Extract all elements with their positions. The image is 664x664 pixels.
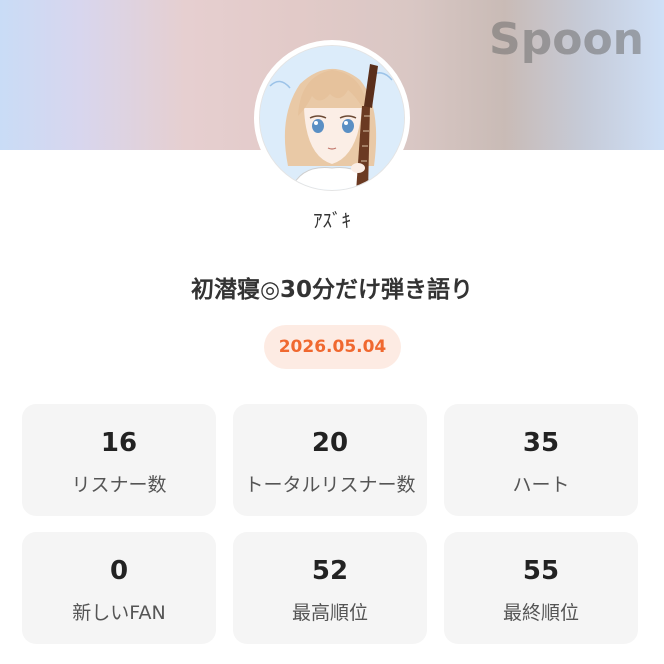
stat-label: 最高順位 xyxy=(291,602,368,624)
stat-card-hearts: 35 ハート xyxy=(444,404,638,516)
stat-card-total-listeners: 20 トータルリスナー数 xyxy=(233,404,427,516)
stat-value: 0 xyxy=(109,556,129,586)
live-title: 初潜寝◎30分だけ弾き語り xyxy=(190,277,474,303)
stat-card-listeners: 16 リスナー数 xyxy=(22,404,216,516)
stat-card-final-rank: 55 最終順位 xyxy=(444,532,638,644)
stat-label: 新しいFAN xyxy=(72,602,166,624)
username: ｱｽﾞｷ xyxy=(312,210,351,232)
stat-value: 35 xyxy=(522,428,560,458)
guitar-girl-avatar-icon xyxy=(260,46,404,190)
stat-value: 55 xyxy=(522,556,560,586)
stat-label: ハート xyxy=(512,474,570,496)
stat-value: 20 xyxy=(311,428,349,458)
stat-card-new-fans: 0 新しいFAN xyxy=(22,532,216,644)
stat-value: 16 xyxy=(100,428,138,458)
stat-label: トータルリスナー数 xyxy=(244,474,416,496)
avatar[interactable] xyxy=(259,45,405,191)
date-badge: 2026.05.04 xyxy=(264,325,401,369)
spoon-logo: Spoon xyxy=(489,14,644,65)
stat-label: 最終順位 xyxy=(502,602,579,624)
stat-card-highest-rank: 52 最高順位 xyxy=(233,532,427,644)
stat-value: 52 xyxy=(311,556,349,586)
stat-label: リスナー数 xyxy=(71,474,167,496)
